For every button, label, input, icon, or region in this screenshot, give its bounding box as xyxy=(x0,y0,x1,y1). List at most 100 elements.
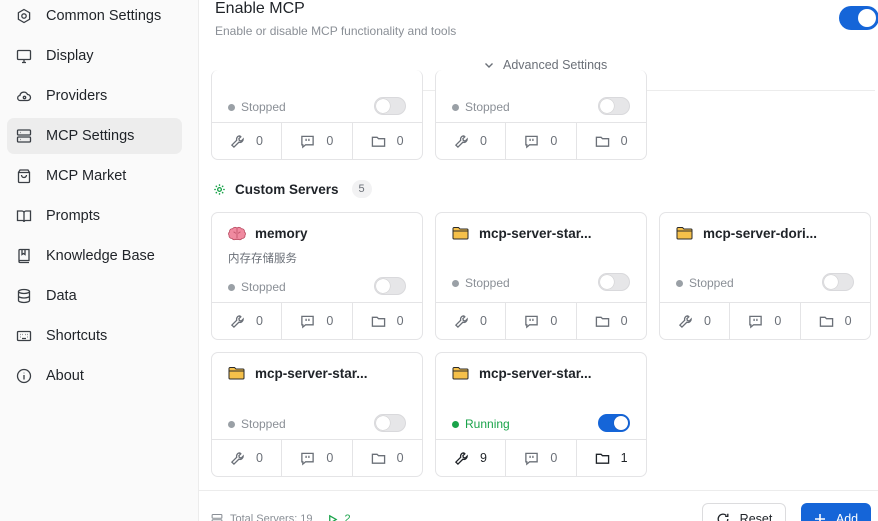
tools-count[interactable]: 0 xyxy=(436,303,507,339)
server-toggle[interactable] xyxy=(374,277,406,295)
resources-count-value: 0 xyxy=(620,314,628,328)
folder-icon xyxy=(676,225,694,241)
sidebar-item-about[interactable]: About xyxy=(7,358,182,394)
folder-icon xyxy=(228,365,246,381)
resources-count[interactable]: 0 xyxy=(353,303,422,339)
prompts-count[interactable]: 0 xyxy=(282,303,353,339)
folder-icon xyxy=(452,225,470,241)
tools-count-value: 0 xyxy=(480,314,487,328)
toggle-knob xyxy=(858,9,876,27)
resources-count[interactable]: 0 xyxy=(353,440,422,476)
resources-count[interactable]: 0 xyxy=(801,303,870,339)
section-title: Custom Servers xyxy=(235,181,339,197)
tools-count[interactable]: 0 xyxy=(212,123,283,159)
message-square-icon xyxy=(301,315,315,329)
tools-count[interactable]: 0 xyxy=(212,440,283,476)
wrench-icon xyxy=(230,451,244,465)
sidebar-item-common-settings[interactable]: Common Settings xyxy=(7,0,182,34)
enable-mcp-toggle[interactable] xyxy=(839,6,878,30)
sidebar-item-mcp-settings[interactable]: MCP Settings xyxy=(7,118,182,154)
sidebar-item-providers[interactable]: Providers xyxy=(7,78,182,114)
message-square-icon xyxy=(301,135,315,149)
server-toggle[interactable] xyxy=(374,97,406,115)
sidebar-item-knowledge-base[interactable]: Knowledge Base xyxy=(7,238,182,274)
server-name-text: mcp-server-star... xyxy=(479,365,592,381)
sidebar-item-label: Providers xyxy=(46,88,108,104)
sidebar-item-label: Display xyxy=(46,48,94,64)
server-toggle[interactable] xyxy=(598,273,630,291)
server-toggle[interactable] xyxy=(598,414,630,432)
prompts-count[interactable]: 0 xyxy=(506,440,577,476)
sidebar-item-label: Knowledge Base xyxy=(46,248,155,264)
resources-count[interactable]: 1 xyxy=(577,440,646,476)
tools-count-value: 0 xyxy=(480,134,487,148)
server-name-text: mcp-server-dori... xyxy=(703,225,818,241)
prompts-count[interactable]: 0 xyxy=(506,303,577,339)
folder-outline-icon xyxy=(371,136,385,147)
prompts-count[interactable]: 0 xyxy=(282,440,353,476)
status-dot xyxy=(452,279,459,287)
tools-count[interactable]: 0 xyxy=(436,123,507,159)
prompts-count[interactable]: 0 xyxy=(506,123,577,159)
folder-outline-icon xyxy=(371,316,385,327)
server-icon xyxy=(211,513,223,521)
server-toggle[interactable] xyxy=(374,414,406,432)
total-servers: Total Servers: 19 2 xyxy=(211,513,351,521)
server-card-mcp-server-dori[interactable]: mcp-server-dori... Stopped 0 0 0 xyxy=(659,212,871,340)
status-indicator: Stopped xyxy=(228,280,286,294)
tools-count[interactable]: 9 xyxy=(436,440,507,476)
card-footer: 0 0 0 xyxy=(660,302,870,339)
main-panel: Enable MCP Enable or disable MCP functio… xyxy=(199,0,878,521)
prompts-count-value: 0 xyxy=(326,451,334,465)
status-dot xyxy=(228,420,235,428)
tools-count[interactable]: 0 xyxy=(660,303,731,339)
sidebar-item-mcp-market[interactable]: MCP Market xyxy=(7,158,182,194)
refresh-icon xyxy=(717,513,729,521)
status-text: Stopped xyxy=(689,276,734,290)
info-icon xyxy=(16,368,32,384)
server-toggle[interactable] xyxy=(598,97,630,115)
prompts-count[interactable]: 0 xyxy=(730,303,801,339)
server-card-mcp-server-star[interactable]: mcp-server-star... Stopped 0 0 0 xyxy=(211,352,423,477)
status-dot xyxy=(676,279,683,287)
sidebar-item-prompts[interactable]: Prompts xyxy=(7,198,182,234)
running-count-value: 2 xyxy=(344,513,351,521)
resources-count-value: 0 xyxy=(396,451,404,465)
plus-icon xyxy=(814,514,825,521)
sidebar: Common Settings Display Providers MCP Se… xyxy=(0,0,199,521)
sidebar-item-shortcuts[interactable]: Shortcuts xyxy=(7,318,182,354)
resources-count[interactable]: 0 xyxy=(577,303,646,339)
server-description: 内存存储服务 xyxy=(228,251,297,265)
card-footer: 0 0 0 xyxy=(212,439,422,476)
running-count: 2 xyxy=(327,513,351,521)
gear-icon xyxy=(214,183,225,195)
server-card-mcp-server-star-running[interactable]: mcp-server-star... Running 9 0 1 xyxy=(435,352,647,477)
status-indicator: Running xyxy=(452,417,510,431)
book-icon xyxy=(16,248,32,264)
tools-count[interactable]: 0 xyxy=(212,303,283,339)
play-icon xyxy=(328,514,338,521)
message-square-icon xyxy=(749,315,763,329)
sidebar-item-label: About xyxy=(46,368,84,384)
total-servers-label: Total Servers: 19 xyxy=(230,513,313,521)
server-card-mcp-server-star[interactable]: mcp-server-star... Stopped 0 0 0 xyxy=(435,212,647,340)
status-text: Stopped xyxy=(241,100,286,114)
server-card-memory[interactable]: memory 内存存储服务 Stopped 0 0 0 xyxy=(211,212,423,340)
add-server-button[interactable]: Add xyxy=(801,503,871,521)
status-text: Stopped xyxy=(465,276,510,290)
server-toggle[interactable] xyxy=(822,273,854,291)
sidebar-item-label: Common Settings xyxy=(46,8,162,24)
wrench-icon xyxy=(454,134,468,148)
resources-count[interactable]: 0 xyxy=(577,123,646,159)
sidebar-item-display[interactable]: Display xyxy=(7,38,182,74)
message-square-icon xyxy=(525,135,539,149)
resources-count[interactable]: 0 xyxy=(353,123,422,159)
prompts-count[interactable]: 0 xyxy=(282,123,353,159)
toggle-knob xyxy=(600,275,614,289)
server-name-text: mcp-server-star... xyxy=(255,365,368,381)
status-indicator: Stopped xyxy=(228,100,286,114)
brain-icon xyxy=(228,225,246,241)
reset-button[interactable]: Reset xyxy=(702,503,786,521)
sidebar-item-data[interactable]: Data xyxy=(7,278,182,314)
prompts-count-value: 0 xyxy=(550,451,558,465)
